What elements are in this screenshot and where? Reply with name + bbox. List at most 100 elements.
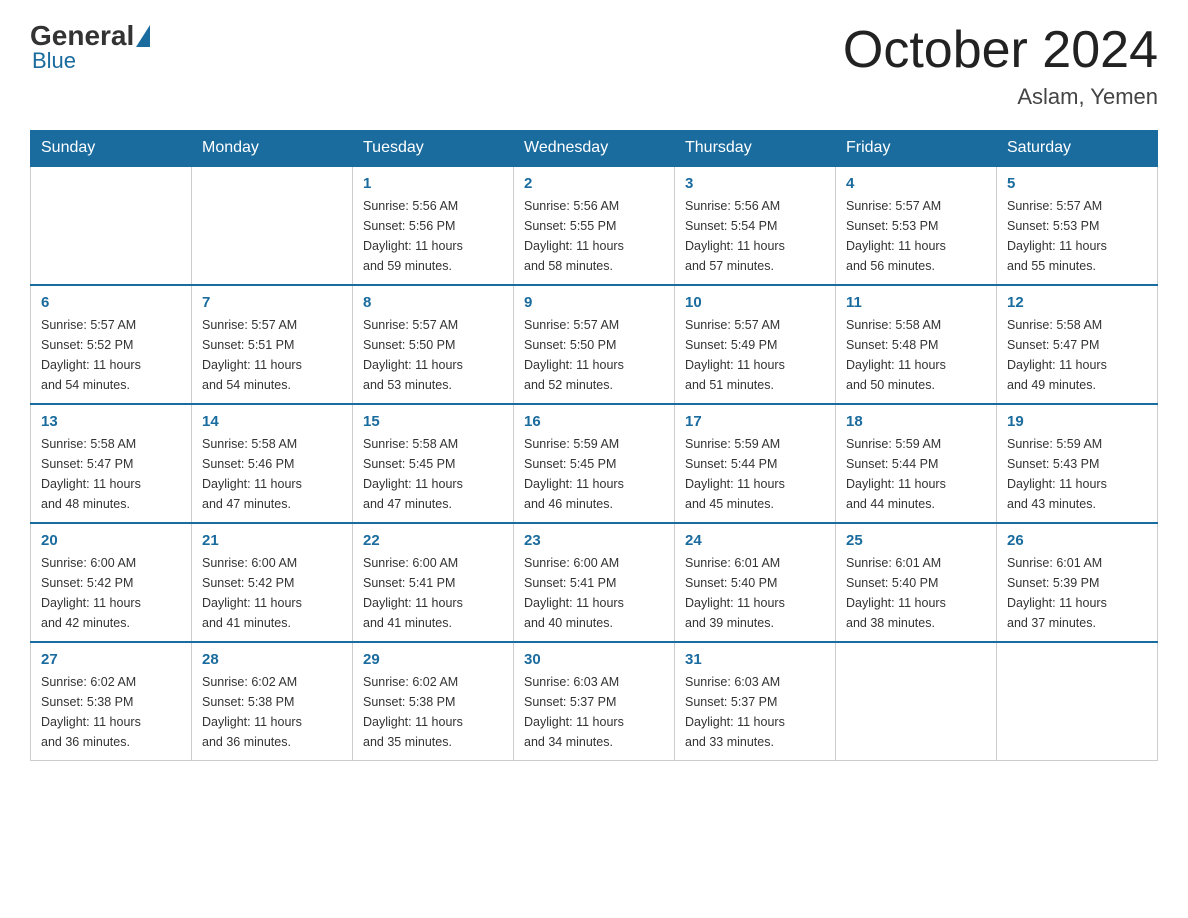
day-number: 1: [363, 175, 503, 192]
table-row: 5 Sunrise: 5:57 AMSunset: 5:53 PMDaylight…: [997, 166, 1158, 285]
table-row: 28Sunrise: 6:02 AMSunset: 5:38 PMDayligh…: [192, 642, 353, 761]
day-info: Sunrise: 5:56 AMSunset: 5:55 PMDaylight:…: [524, 196, 664, 276]
day-info: Sunrise: 5:57 AMSunset: 5:53 PMDaylight:…: [1007, 196, 1147, 276]
day-number: 6: [41, 294, 181, 311]
day-info: Sunrise: 6:00 AMSunset: 5:42 PMDaylight:…: [41, 553, 181, 633]
table-row: 2 Sunrise: 5:56 AMSunset: 5:55 PMDaylight…: [514, 166, 675, 285]
table-row: 14 Sunrise: 5:58 AMSunset: 5:46 PMDayligh…: [192, 404, 353, 523]
table-row: 21Sunrise: 6:00 AMSunset: 5:42 PMDayligh…: [192, 523, 353, 642]
day-info: Sunrise: 5:56 AMSunset: 5:56 PMDaylight:…: [363, 196, 503, 276]
col-tuesday: Tuesday: [353, 131, 514, 167]
day-info: Sunrise: 6:02 AMSunset: 5:38 PMDaylight:…: [363, 672, 503, 752]
day-info: Sunrise: 6:02 AMSunset: 5:38 PMDaylight:…: [41, 672, 181, 752]
table-row: 11Sunrise: 5:58 AMSunset: 5:48 PMDayligh…: [836, 285, 997, 404]
calendar-header: Sunday Monday Tuesday Wednesday Thursday…: [31, 131, 1158, 167]
day-info: Sunrise: 5:57 AMSunset: 5:50 PMDaylight:…: [524, 315, 664, 395]
day-info: Sunrise: 5:57 AMSunset: 5:52 PMDaylight:…: [41, 315, 181, 395]
header: General Blue October 2024 Aslam, Yemen: [30, 20, 1158, 110]
day-number: 26: [1007, 532, 1147, 549]
table-row: 27 Sunrise: 6:02 AMSunset: 5:38 PMDayligh…: [31, 642, 192, 761]
day-info: Sunrise: 6:01 AMSunset: 5:40 PMDaylight:…: [846, 553, 986, 633]
col-saturday: Saturday: [997, 131, 1158, 167]
day-number: 23: [524, 532, 664, 549]
col-wednesday: Wednesday: [514, 131, 675, 167]
logo: General Blue: [30, 20, 152, 74]
table-row: 13 Sunrise: 5:58 AMSunset: 5:47 PMDayligh…: [31, 404, 192, 523]
table-row: 29 Sunrise: 6:02 AMSunset: 5:38 PMDayligh…: [353, 642, 514, 761]
calendar-body: 1 Sunrise: 5:56 AMSunset: 5:56 PMDaylight…: [31, 166, 1158, 761]
day-number: 24: [685, 532, 825, 549]
day-number: 18: [846, 413, 986, 430]
table-row: 16 Sunrise: 5:59 AMSunset: 5:45 PMDayligh…: [514, 404, 675, 523]
col-thursday: Thursday: [675, 131, 836, 167]
day-number: 15: [363, 413, 503, 430]
table-row: 18 Sunrise: 5:59 AMSunset: 5:44 PMDayligh…: [836, 404, 997, 523]
day-number: 10: [685, 294, 825, 311]
table-row: [31, 166, 192, 285]
calendar-week-row: 27 Sunrise: 6:02 AMSunset: 5:38 PMDayligh…: [31, 642, 1158, 761]
table-row: 12 Sunrise: 5:58 AMSunset: 5:47 PMDayligh…: [997, 285, 1158, 404]
day-number: 5: [1007, 175, 1147, 192]
header-row: Sunday Monday Tuesday Wednesday Thursday…: [31, 131, 1158, 167]
day-number: 31: [685, 651, 825, 668]
day-number: 22: [363, 532, 503, 549]
table-row: 26Sunrise: 6:01 AMSunset: 5:39 PMDayligh…: [997, 523, 1158, 642]
table-row: 30 Sunrise: 6:03 AMSunset: 5:37 PMDayligh…: [514, 642, 675, 761]
col-monday: Monday: [192, 131, 353, 167]
table-row: 10 Sunrise: 5:57 AMSunset: 5:49 PMDayligh…: [675, 285, 836, 404]
day-info: Sunrise: 5:59 AMSunset: 5:45 PMDaylight:…: [524, 434, 664, 514]
day-info: Sunrise: 5:57 AMSunset: 5:51 PMDaylight:…: [202, 315, 342, 395]
day-number: 29: [363, 651, 503, 668]
table-row: 1 Sunrise: 5:56 AMSunset: 5:56 PMDaylight…: [353, 166, 514, 285]
day-info: Sunrise: 5:59 AMSunset: 5:44 PMDaylight:…: [685, 434, 825, 514]
calendar-week-row: 13 Sunrise: 5:58 AMSunset: 5:47 PMDayligh…: [31, 404, 1158, 523]
title-area: October 2024 Aslam, Yemen: [843, 20, 1158, 110]
table-row: 9 Sunrise: 5:57 AMSunset: 5:50 PMDaylight…: [514, 285, 675, 404]
day-info: Sunrise: 5:59 AMSunset: 5:44 PMDaylight:…: [846, 434, 986, 514]
day-number: 27: [41, 651, 181, 668]
day-info: Sunrise: 6:00 AMSunset: 5:41 PMDaylight:…: [363, 553, 503, 633]
day-number: 30: [524, 651, 664, 668]
col-friday: Friday: [836, 131, 997, 167]
table-row: 24Sunrise: 6:01 AMSunset: 5:40 PMDayligh…: [675, 523, 836, 642]
day-number: 8: [363, 294, 503, 311]
day-info: Sunrise: 5:57 AMSunset: 5:49 PMDaylight:…: [685, 315, 825, 395]
day-number: 4: [846, 175, 986, 192]
day-number: 16: [524, 413, 664, 430]
day-number: 14: [202, 413, 342, 430]
day-number: 2: [524, 175, 664, 192]
day-info: Sunrise: 6:03 AMSunset: 5:37 PMDaylight:…: [524, 672, 664, 752]
day-number: 13: [41, 413, 181, 430]
calendar-week-row: 6 Sunrise: 5:57 AMSunset: 5:52 PMDaylight…: [31, 285, 1158, 404]
day-info: Sunrise: 5:58 AMSunset: 5:48 PMDaylight:…: [846, 315, 986, 395]
day-number: 3: [685, 175, 825, 192]
table-row: 6 Sunrise: 5:57 AMSunset: 5:52 PMDaylight…: [31, 285, 192, 404]
day-info: Sunrise: 5:58 AMSunset: 5:45 PMDaylight:…: [363, 434, 503, 514]
day-info: Sunrise: 5:59 AMSunset: 5:43 PMDaylight:…: [1007, 434, 1147, 514]
day-info: Sunrise: 6:00 AMSunset: 5:41 PMDaylight:…: [524, 553, 664, 633]
table-row: 31 Sunrise: 6:03 AMSunset: 5:37 PMDayligh…: [675, 642, 836, 761]
day-number: 25: [846, 532, 986, 549]
day-info: Sunrise: 6:03 AMSunset: 5:37 PMDaylight:…: [685, 672, 825, 752]
location-title: Aslam, Yemen: [843, 84, 1158, 110]
table-row: 19 Sunrise: 5:59 AMSunset: 5:43 PMDayligh…: [997, 404, 1158, 523]
day-number: 19: [1007, 413, 1147, 430]
table-row: 8Sunrise: 5:57 AMSunset: 5:50 PMDaylight…: [353, 285, 514, 404]
day-number: 28: [202, 651, 342, 668]
day-info: Sunrise: 5:58 AMSunset: 5:47 PMDaylight:…: [1007, 315, 1147, 395]
table-row: 3 Sunrise: 5:56 AMSunset: 5:54 PMDaylight…: [675, 166, 836, 285]
day-info: Sunrise: 5:58 AMSunset: 5:46 PMDaylight:…: [202, 434, 342, 514]
day-number: 17: [685, 413, 825, 430]
day-number: 9: [524, 294, 664, 311]
day-number: 20: [41, 532, 181, 549]
table-row: 23 Sunrise: 6:00 AMSunset: 5:41 PMDayligh…: [514, 523, 675, 642]
day-number: 7: [202, 294, 342, 311]
table-row: 4 Sunrise: 5:57 AMSunset: 5:53 PMDaylight…: [836, 166, 997, 285]
day-info: Sunrise: 5:58 AMSunset: 5:47 PMDaylight:…: [41, 434, 181, 514]
day-number: 12: [1007, 294, 1147, 311]
day-info: Sunrise: 5:57 AMSunset: 5:53 PMDaylight:…: [846, 196, 986, 276]
table-row: 17 Sunrise: 5:59 AMSunset: 5:44 PMDayligh…: [675, 404, 836, 523]
day-info: Sunrise: 5:56 AMSunset: 5:54 PMDaylight:…: [685, 196, 825, 276]
day-number: 21: [202, 532, 342, 549]
month-title: October 2024: [843, 20, 1158, 80]
